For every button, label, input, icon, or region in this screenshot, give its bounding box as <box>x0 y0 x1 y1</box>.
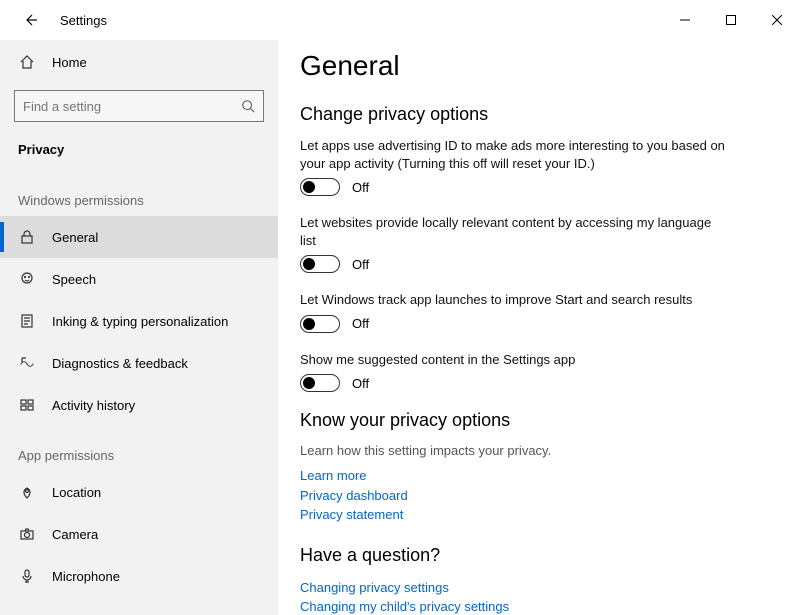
setting-desc: Let Windows track app launches to improv… <box>300 291 730 309</box>
speech-icon <box>18 270 36 288</box>
nav-label: General <box>52 230 98 245</box>
group-header-windows: Windows permissions <box>0 171 278 216</box>
nav-item-camera[interactable]: Camera <box>0 513 278 555</box>
nav-item-general[interactable]: General <box>0 216 278 258</box>
nav-item-activity[interactable]: Activity history <box>0 384 278 426</box>
location-icon <box>18 483 36 501</box>
question-links: Changing privacy settings Changing my ch… <box>300 578 778 615</box>
home-icon <box>18 53 36 71</box>
activity-icon <box>18 396 36 414</box>
lock-icon <box>18 228 36 246</box>
nav-label: Camera <box>52 527 98 542</box>
search-box[interactable] <box>14 90 264 122</box>
home-button[interactable]: Home <box>0 44 278 80</box>
microphone-icon <box>18 567 36 585</box>
toggle-advertising-id[interactable] <box>300 178 340 196</box>
diagnostics-icon <box>18 354 36 372</box>
camera-icon <box>18 525 36 543</box>
nav-item-inking[interactable]: Inking & typing personalization <box>0 300 278 342</box>
link-learn-more[interactable]: Learn more <box>300 466 778 486</box>
home-label: Home <box>52 55 87 70</box>
close-button[interactable] <box>754 4 800 36</box>
nav-label: Location <box>52 485 101 500</box>
know-links: Learn more Privacy dashboard Privacy sta… <box>300 466 778 525</box>
page-title: General <box>300 50 778 82</box>
search-icon <box>241 99 255 113</box>
toggle-state: Off <box>352 316 369 331</box>
toggle-state: Off <box>352 257 369 272</box>
nav-label: Speech <box>52 272 96 287</box>
link-privacy-dashboard[interactable]: Privacy dashboard <box>300 486 778 506</box>
setting-suggested-content: Show me suggested content in the Setting… <box>300 351 778 393</box>
toggle-suggested-content[interactable] <box>300 374 340 392</box>
setting-language-list: Let websites provide locally relevant co… <box>300 214 778 273</box>
nav-label: Inking & typing personalization <box>52 314 228 329</box>
section-know-privacy: Know your privacy options <box>300 410 778 431</box>
nav-label: Diagnostics & feedback <box>52 356 188 371</box>
section-heading: Privacy <box>0 128 278 171</box>
setting-app-launches: Let Windows track app launches to improv… <box>300 291 778 333</box>
nav-label: Microphone <box>52 569 120 584</box>
nav-label: Activity history <box>52 398 135 413</box>
minimize-button[interactable] <box>662 4 708 36</box>
link-change-privacy[interactable]: Changing privacy settings <box>300 578 778 598</box>
know-privacy-subtext: Learn how this setting impacts your priv… <box>300 443 778 458</box>
maximize-button[interactable] <box>708 4 754 36</box>
inking-icon <box>18 312 36 330</box>
toggle-state: Off <box>352 376 369 391</box>
toggle-language-list[interactable] <box>300 255 340 273</box>
setting-desc: Let apps use advertising ID to make ads … <box>300 137 730 172</box>
toggle-app-launches[interactable] <box>300 315 340 333</box>
main-panel: General Change privacy options Let apps … <box>278 40 800 615</box>
setting-desc: Show me suggested content in the Setting… <box>300 351 730 369</box>
link-privacy-statement[interactable]: Privacy statement <box>300 505 778 525</box>
setting-desc: Let websites provide locally relevant co… <box>300 214 730 249</box>
sidebar: Home Privacy Windows permissions General… <box>0 40 278 615</box>
nav-item-microphone[interactable]: Microphone <box>0 555 278 597</box>
caption-buttons <box>662 4 800 36</box>
nav-item-diagnostics[interactable]: Diagnostics & feedback <box>0 342 278 384</box>
titlebar: Settings <box>0 0 800 40</box>
section-privacy-options: Change privacy options <box>300 104 778 125</box>
window-title: Settings <box>60 13 107 28</box>
back-button[interactable] <box>18 8 42 32</box>
toggle-state: Off <box>352 180 369 195</box>
setting-advertising-id: Let apps use advertising ID to make ads … <box>300 137 778 196</box>
link-change-child-privacy[interactable]: Changing my child's privacy settings <box>300 597 778 615</box>
search-input[interactable] <box>23 99 241 114</box>
nav-item-speech[interactable]: Speech <box>0 258 278 300</box>
nav-item-location[interactable]: Location <box>0 471 278 513</box>
group-header-app: App permissions <box>0 426 278 471</box>
section-have-question: Have a question? <box>300 545 778 566</box>
